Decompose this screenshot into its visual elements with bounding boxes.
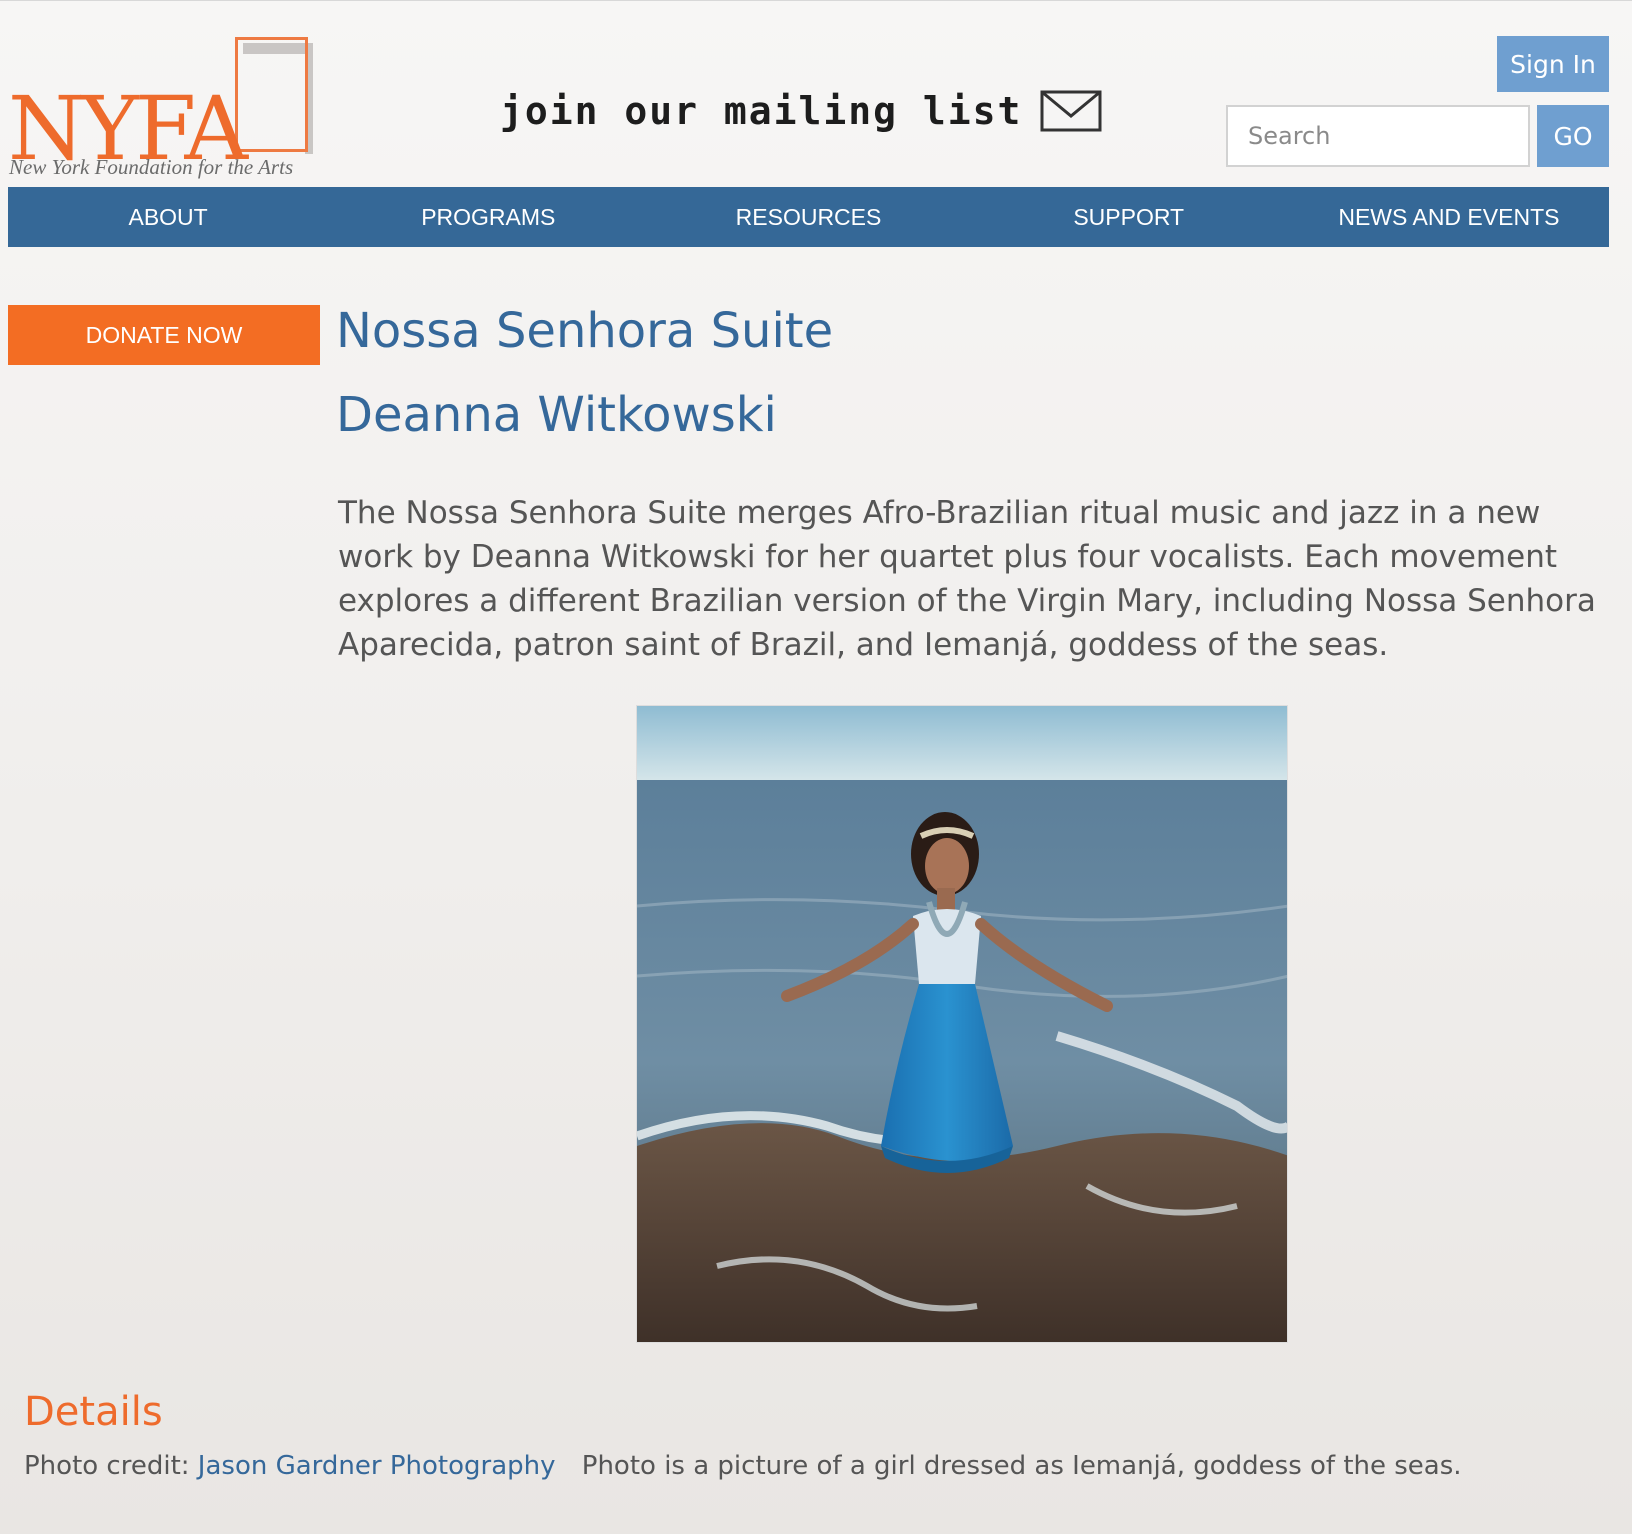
donate-now-button[interactable]: DONATE NOW	[8, 305, 320, 365]
artist-name: Deanna Witkowski	[336, 387, 777, 443]
nav-item-resources[interactable]: RESOURCES	[648, 187, 968, 247]
search-go-button[interactable]: GO	[1537, 105, 1609, 167]
envelope-icon	[1040, 90, 1102, 132]
nyfa-logo[interactable]: NYFA New York Foundation for the Arts	[8, 33, 313, 179]
photo-caption: Photo is a picture of a girl dressed as …	[581, 1451, 1462, 1481]
mailing-list-label: join our mailing list	[500, 89, 1023, 133]
logo-subtitle: New York Foundation for the Arts	[9, 155, 294, 179]
photo-credit-label: Photo credit:	[24, 1451, 190, 1481]
photo-credits: Photo credit: Jason Gardner Photography …	[24, 1451, 1462, 1481]
project-photo	[636, 705, 1288, 1343]
project-description: The Nossa Senhora Suite merges Afro-Braz…	[338, 495, 1596, 663]
nav-item-about[interactable]: ABOUT	[8, 187, 328, 247]
nav-item-programs[interactable]: PROGRAMS	[328, 187, 648, 247]
photo-credit-link[interactable]: Jason Gardner Photography	[198, 1451, 556, 1481]
details-heading: Details	[24, 1389, 163, 1435]
search-input[interactable]	[1226, 105, 1530, 167]
page-title: Nossa Senhora Suite	[336, 303, 834, 359]
mailing-list-link[interactable]: join our mailing list	[500, 89, 1102, 133]
nav-item-news-and-events[interactable]: NEWS AND EVENTS	[1289, 187, 1609, 247]
logo-frame	[235, 37, 308, 152]
main-nav: ABOUT PROGRAMS RESOURCES SUPPORT NEWS AN…	[8, 187, 1609, 247]
sign-in-button[interactable]: Sign In	[1497, 36, 1609, 92]
nav-item-support[interactable]: SUPPORT	[969, 187, 1289, 247]
